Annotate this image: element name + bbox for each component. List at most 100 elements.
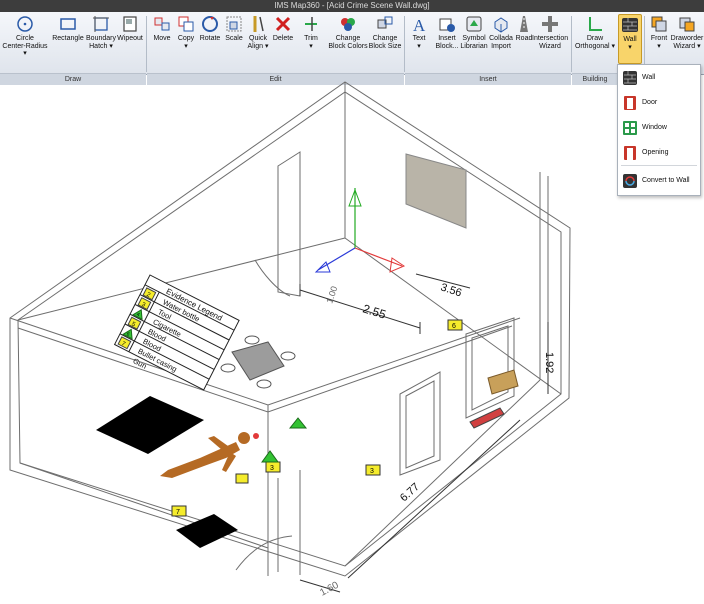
wipeout-icon: [123, 16, 137, 32]
copy-label: Copy ▾: [177, 35, 195, 50]
opening-icon: [624, 146, 636, 160]
change-block-size-button[interactable]: Change Block Size: [368, 14, 402, 50]
rotate-button[interactable]: Rotate: [198, 14, 222, 43]
wall-label: Wall ▾: [623, 36, 637, 51]
text-button[interactable]: A Text ▾: [406, 14, 432, 50]
convert-to-wall-icon: [623, 174, 637, 188]
scale-icon: [226, 16, 242, 32]
front-doorway: [277, 470, 301, 575]
change-block-size-label: Change Block Size: [368, 35, 402, 50]
menu-item-wall[interactable]: Wall: [618, 67, 700, 89]
wipeout-button[interactable]: Wipeout: [116, 14, 144, 43]
evidence-marker-number: 3: [270, 465, 274, 472]
draworder-wizard-button[interactable]: Draworder Wizard ▾: [670, 14, 704, 50]
trim-icon: [305, 17, 317, 31]
rectangle-icon: [60, 18, 76, 30]
trim-label: Trim ▾: [304, 35, 318, 50]
bring-to-front-icon: [651, 16, 667, 32]
change-block-colors-label: Change Block Colors: [328, 35, 368, 50]
draw-orthogonal-icon: [589, 17, 602, 31]
door-icon: [624, 96, 636, 110]
front-wall-bottom: [19, 462, 269, 549]
symbol-librarian-button[interactable]: Symbol Librarian: [460, 14, 488, 50]
trim-button[interactable]: Trim ▾: [298, 14, 324, 50]
block-size-icon: [377, 16, 393, 29]
intersection-wizard-icon: [542, 16, 558, 32]
ribbon-separator: [146, 16, 147, 72]
black-mat: [176, 514, 238, 548]
wipeout-label: Wipeout: [117, 35, 143, 42]
intersection-wizard-label: Intersection Wizard: [532, 35, 569, 50]
quick-align-icon: [253, 16, 264, 32]
move-label: Move: [153, 35, 171, 42]
delete-button[interactable]: Delete: [270, 14, 296, 43]
menu-item-window[interactable]: Window: [618, 117, 700, 139]
blood-spot: [253, 433, 259, 439]
ribbon-toolbar: Circle Center-Radius ▾ Rectangle Boundar…: [0, 12, 704, 85]
ribbon-separator: [404, 16, 405, 72]
dim-2-55: 2.55: [361, 301, 388, 321]
room-outline: [9, 81, 571, 577]
evidence-marker-yellow: [235, 473, 249, 484]
dim-1-60: 1.60: [318, 580, 341, 599]
symbol-librarian-icon: [466, 16, 482, 32]
scale-label: Scale: [225, 35, 243, 42]
boundary-hatch-icon: [93, 16, 109, 32]
menu-item-label: Door: [642, 99, 658, 106]
insert-block-label: Insert Block...: [435, 35, 459, 50]
move-icon: [154, 17, 170, 31]
dim-6-77: 6.77: [398, 481, 422, 504]
menu-item-door[interactable]: Door: [618, 92, 700, 114]
right-window-frame: [465, 317, 515, 419]
road-icon: [520, 16, 528, 32]
delete-label: Delete: [272, 35, 294, 42]
boundary-hatch-button[interactable]: Boundary Hatch ▾: [86, 14, 116, 50]
menu-item-label: Window: [642, 124, 667, 131]
dim-1-92: 1.92: [543, 352, 555, 373]
front-button[interactable]: Front ▾: [648, 14, 670, 50]
block-colors-icon: [341, 18, 355, 31]
insert-block-button[interactable]: Insert Block...: [434, 14, 460, 50]
menu-item-label: Wall: [642, 74, 656, 81]
brick-wall-icon: [622, 18, 638, 32]
back-doorway: [277, 151, 301, 297]
rectangle-label: Rectangle: [52, 35, 84, 42]
brick-wall-icon: [623, 71, 637, 85]
quick-align-label: Quick Align ▾: [247, 35, 269, 50]
text-label: Text ▾: [412, 35, 426, 50]
drawing-canvas[interactable]: 3.56 2.55 1.00 1.92 6.77 1.60 Evidence L…: [0, 74, 704, 604]
black-rug: [96, 396, 204, 454]
draw-orthogonal-label: Draw Orthogonal ▾: [574, 35, 616, 50]
text-a-icon: A: [413, 16, 426, 34]
menu-item-label: Convert to Wall: [642, 177, 690, 184]
evidence-marker-number: 7: [176, 509, 180, 516]
rectangle-button[interactable]: Rectangle: [50, 14, 86, 43]
wall-dropdown-menu: Wall Door Window Opening Convert to Wall: [617, 64, 701, 196]
body-figure: [160, 432, 250, 478]
copy-button[interactable]: Copy ▾: [174, 14, 198, 50]
evidence-cart: [469, 407, 505, 429]
collada-import-icon: [494, 17, 508, 33]
circle-center-radius-button[interactable]: Circle Center-Radius ▾: [2, 14, 48, 58]
menu-item-opening[interactable]: Opening: [618, 142, 700, 164]
quick-align-button[interactable]: Quick Align ▾: [246, 14, 270, 50]
window-pane: [405, 380, 435, 469]
draw-orthogonal-button[interactable]: Draw Orthogonal ▾: [574, 14, 616, 50]
dim-3-56: 3.56: [439, 281, 463, 299]
road-button[interactable]: Road: [514, 14, 534, 43]
window-icon: [623, 121, 637, 135]
intersection-wizard-button[interactable]: Intersection Wizard: [532, 14, 568, 50]
insert-block-icon: [439, 18, 455, 32]
menu-item-convert-to-wall[interactable]: Convert to Wall: [618, 170, 700, 192]
wall-button[interactable]: Wall ▾: [618, 14, 642, 64]
delete-icon: [275, 16, 291, 32]
circle-icon: [17, 16, 33, 32]
road-label: Road: [515, 35, 533, 42]
menu-item-label: Opening: [642, 149, 669, 156]
scale-button[interactable]: Scale: [222, 14, 246, 43]
move-button[interactable]: Move: [150, 14, 174, 43]
change-block-colors-button[interactable]: Change Block Colors: [328, 14, 368, 50]
front-door-arc: [235, 535, 293, 571]
collada-import-button[interactable]: Collada Import: [488, 14, 514, 50]
symbol-librarian-label: Symbol Librarian: [460, 35, 488, 50]
